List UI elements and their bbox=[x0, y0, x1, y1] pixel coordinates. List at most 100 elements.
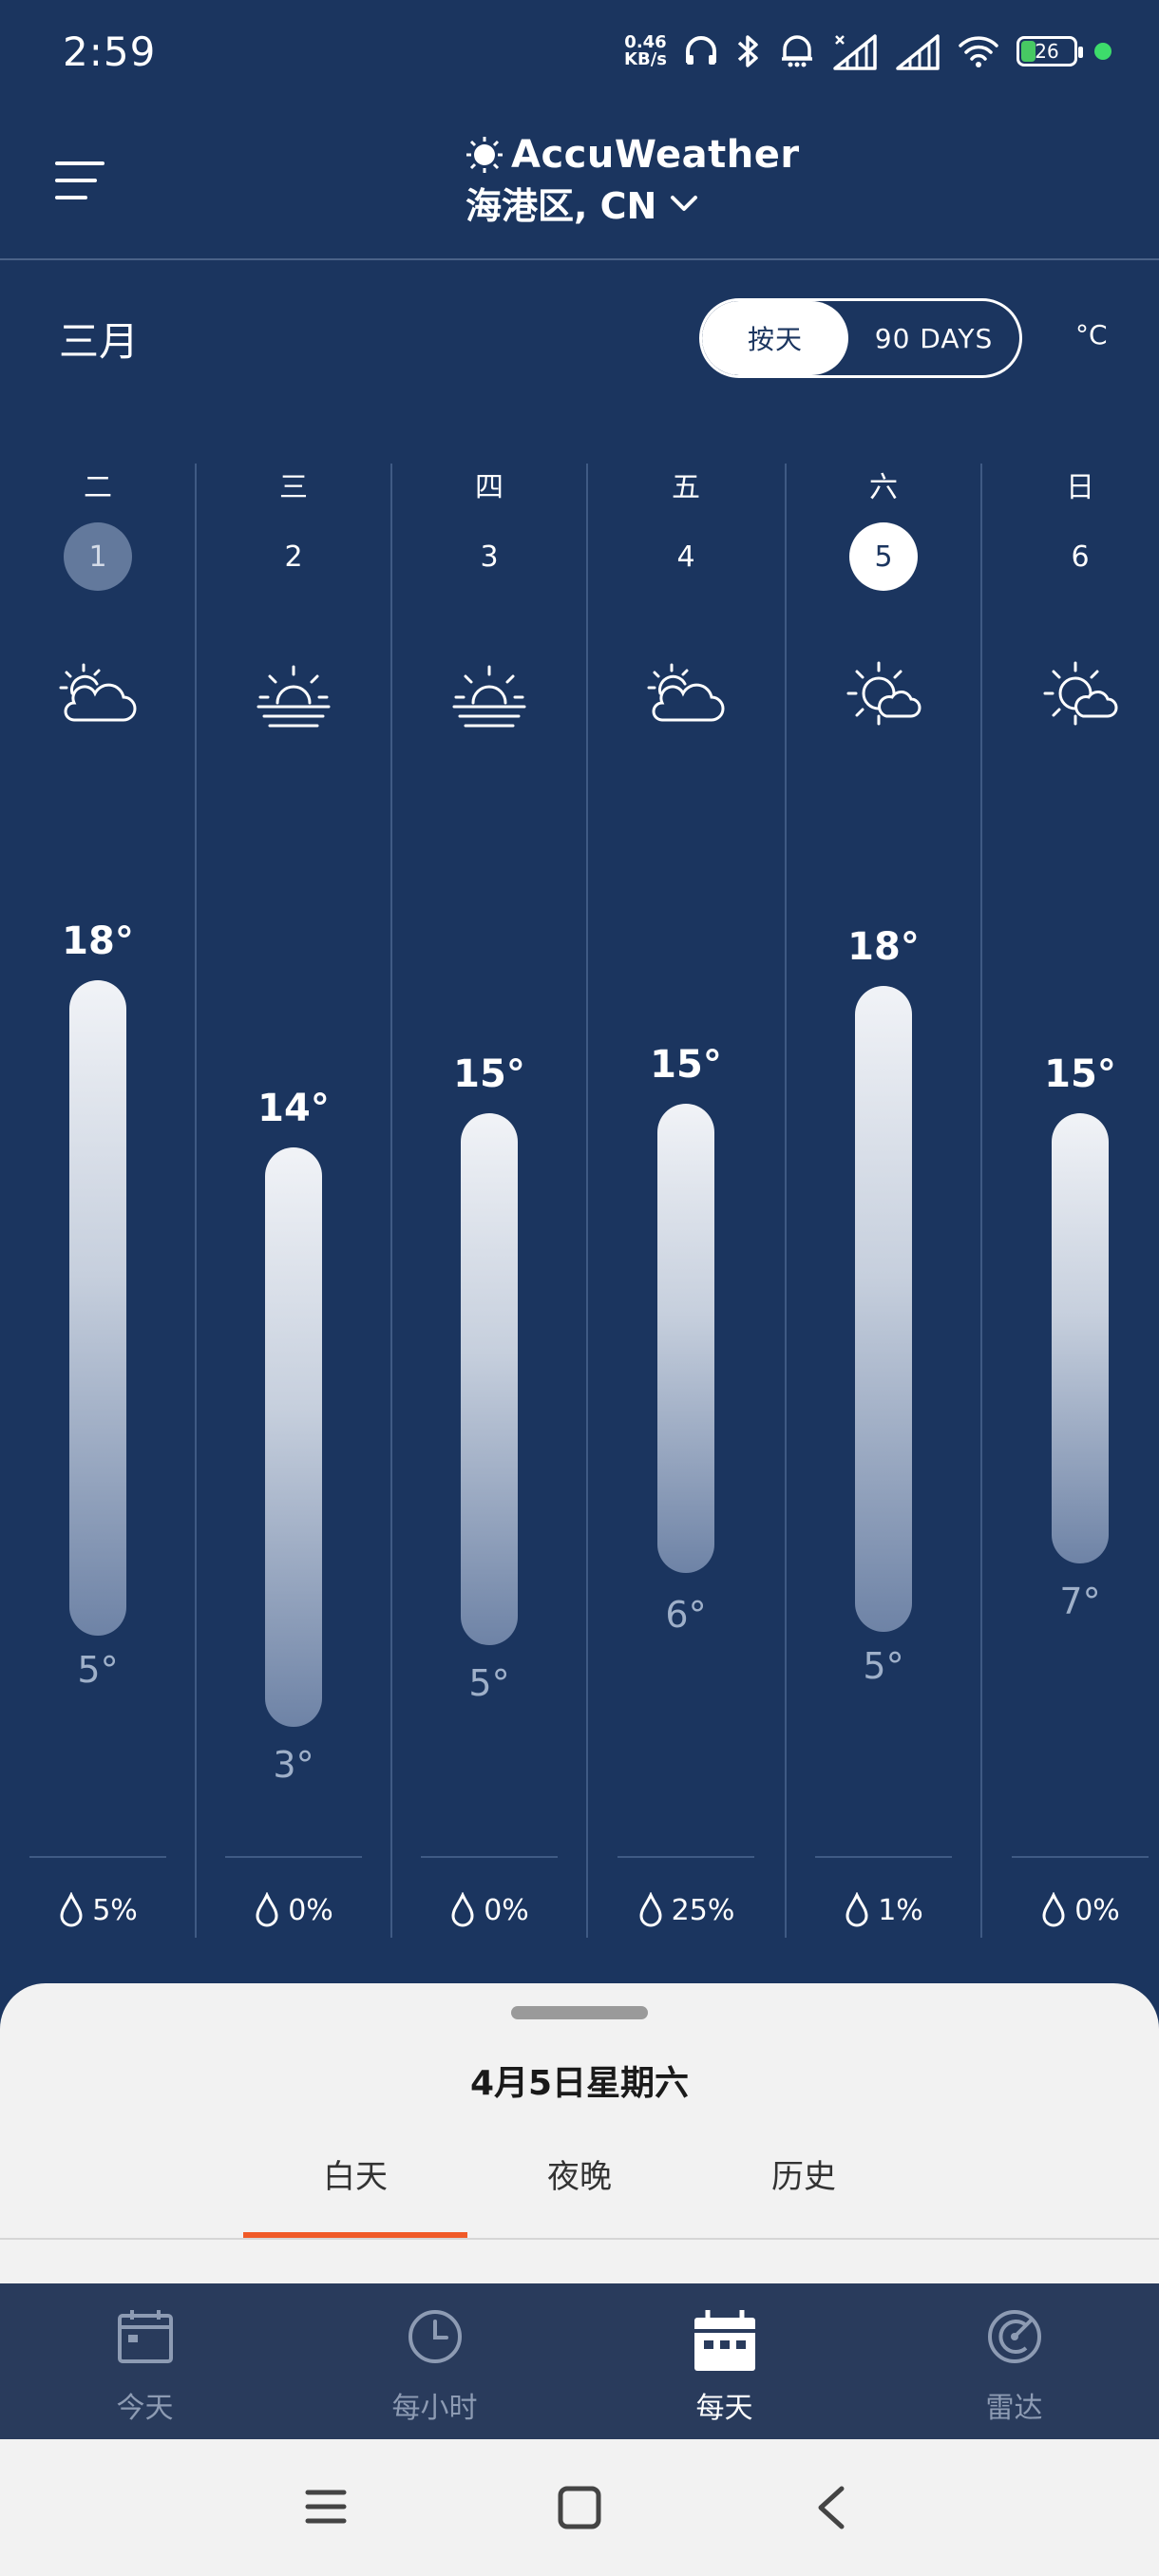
temp-range-bar bbox=[855, 986, 912, 1632]
weekday-label: 五 bbox=[672, 471, 700, 504]
low-temp: 7° bbox=[1059, 1581, 1101, 1622]
calendar-day-icon bbox=[117, 2310, 173, 2363]
recent-apps-icon[interactable] bbox=[304, 2485, 348, 2529]
precip-divider bbox=[225, 1856, 362, 1858]
precip-divider bbox=[815, 1856, 952, 1858]
weekday-label: 二 bbox=[84, 471, 112, 504]
daily-forecast: 二 1 18° 5° 5% 三 2 14° 3° 0% 四 3 15° 5° 0… bbox=[0, 464, 1159, 1938]
precip-divider bbox=[29, 1856, 166, 1858]
raindrop-icon bbox=[1042, 1892, 1065, 1927]
back-icon[interactable] bbox=[813, 2485, 851, 2530]
tab-night[interactable]: 夜晚 bbox=[467, 2150, 692, 2197]
location-name: 海港区, CN bbox=[466, 185, 657, 227]
toggle-90-days[interactable]: 90 DAYS bbox=[848, 301, 1019, 375]
low-temp: 5° bbox=[77, 1649, 119, 1691]
high-temp: 15° bbox=[1044, 1052, 1116, 1096]
sun-logo-icon bbox=[466, 137, 503, 173]
day-column-1[interactable]: 二 1 18° 5° 5% bbox=[0, 464, 196, 1938]
tab-history[interactable]: 历史 bbox=[692, 2150, 916, 2197]
date-number: 2 bbox=[284, 540, 303, 574]
wifi-icon bbox=[959, 36, 998, 67]
precip-divider bbox=[421, 1856, 558, 1858]
weekday-label: 三 bbox=[279, 471, 308, 504]
precip-chance: 5% bbox=[0, 1892, 196, 1928]
sheet-divider bbox=[0, 2238, 1159, 2240]
network-speed: 0.46 KB/s bbox=[624, 32, 667, 69]
privacy-indicator bbox=[1094, 43, 1112, 60]
low-temp: 6° bbox=[665, 1594, 707, 1636]
precip-divider bbox=[618, 1856, 754, 1858]
location-selector[interactable]: 海港区, CN bbox=[466, 177, 698, 229]
day-column-3[interactable]: 四 3 15° 5° 0% bbox=[391, 464, 587, 1938]
radar-icon bbox=[987, 2310, 1041, 2363]
home-icon[interactable] bbox=[557, 2485, 602, 2530]
month-label: 三月 bbox=[59, 318, 140, 365]
precip-chance: 0% bbox=[196, 1892, 391, 1928]
bluetooth-icon bbox=[737, 35, 758, 67]
clock-icon bbox=[408, 2310, 462, 2363]
day-column-4[interactable]: 五 4 15° 6° 25% bbox=[588, 464, 784, 1938]
toggle-daily[interactable]: 按天 bbox=[702, 301, 848, 375]
precip-chance: 25% bbox=[588, 1892, 784, 1928]
nav-radar[interactable]: 雷达 bbox=[869, 2283, 1159, 2439]
day-column-2[interactable]: 三 2 14° 3° 0% bbox=[196, 464, 391, 1938]
precip-chance: 1% bbox=[786, 1892, 981, 1928]
status-icons: 0.46 KB/s 26 bbox=[624, 32, 1112, 70]
high-temp: 14° bbox=[257, 1087, 330, 1130]
brand-logo: AccuWeather bbox=[466, 133, 800, 177]
headphones-icon bbox=[686, 36, 716, 65]
selected-date-title: 4月5日星期六 bbox=[469, 2064, 690, 2103]
system-nav-bar bbox=[0, 2439, 1159, 2576]
mostly-sunny-icon bbox=[846, 661, 922, 726]
raindrop-icon bbox=[256, 1892, 278, 1927]
view-toggle: 按天 90 DAYS bbox=[699, 298, 1022, 378]
precip-chance: 0% bbox=[982, 1892, 1159, 1928]
date-number: 4 bbox=[676, 540, 695, 574]
temp-range-bar bbox=[1052, 1113, 1109, 1563]
partly-cloudy-icon bbox=[59, 663, 137, 722]
signal-icon bbox=[833, 34, 877, 70]
alarm-icon bbox=[782, 35, 812, 67]
temp-range-bar bbox=[265, 1147, 322, 1727]
calendar-week-icon bbox=[694, 2310, 755, 2371]
status-time: 2:59 bbox=[63, 28, 157, 75]
unit-toggle[interactable]: °C bbox=[1075, 319, 1108, 350]
high-temp: 15° bbox=[453, 1052, 525, 1096]
high-temp: 18° bbox=[62, 919, 134, 963]
raindrop-icon bbox=[451, 1892, 474, 1927]
raindrop-icon bbox=[60, 1892, 83, 1927]
weekday-label: 六 bbox=[869, 471, 898, 504]
raindrop-icon bbox=[639, 1892, 662, 1927]
temp-range-bar bbox=[69, 980, 126, 1636]
high-temp: 18° bbox=[847, 925, 920, 969]
nav-daily[interactable]: 每天 bbox=[580, 2283, 869, 2439]
detail-sheet: 4月5日星期六 白天 夜晚 历史 bbox=[0, 1983, 1159, 2283]
partly-cloudy-icon bbox=[647, 663, 725, 722]
sheet-drag-handle[interactable] bbox=[511, 2006, 648, 2019]
signal-icon-2 bbox=[896, 34, 940, 70]
bottom-nav: 今天 每小时 每天 雷达 bbox=[0, 2283, 1159, 2439]
menu-icon[interactable] bbox=[55, 160, 104, 201]
status-bar: 2:59 0.46 KB/s 26 bbox=[0, 0, 1159, 104]
low-temp: 5° bbox=[863, 1645, 904, 1687]
brand-name: AccuWeather bbox=[511, 133, 800, 177]
hazy-sun-icon bbox=[452, 665, 526, 728]
date-number: 6 bbox=[1071, 540, 1090, 574]
nav-today[interactable]: 今天 bbox=[0, 2283, 290, 2439]
low-temp: 3° bbox=[273, 1744, 314, 1786]
mostly-sunny-icon bbox=[1043, 661, 1118, 726]
day-column-6[interactable]: 日 6 15° 7° 0% bbox=[982, 464, 1159, 1938]
weekday-label: 日 bbox=[1066, 471, 1094, 504]
day-column-5[interactable]: 六 5 18° 5° 1% bbox=[786, 464, 981, 1938]
nav-hourly[interactable]: 每小时 bbox=[290, 2283, 580, 2439]
battery-icon: 26 bbox=[1016, 36, 1083, 66]
hazy-sun-icon bbox=[256, 665, 331, 728]
low-temp: 5° bbox=[468, 1662, 510, 1704]
weekday-label: 四 bbox=[475, 471, 504, 504]
app-header: AccuWeather 海港区, CN bbox=[0, 104, 1159, 260]
precip-chance: 0% bbox=[391, 1892, 587, 1928]
tab-day[interactable]: 白天 bbox=[243, 2150, 467, 2197]
date-number: 3 bbox=[480, 540, 499, 574]
temp-range-bar bbox=[461, 1113, 518, 1645]
high-temp: 15° bbox=[650, 1043, 722, 1087]
